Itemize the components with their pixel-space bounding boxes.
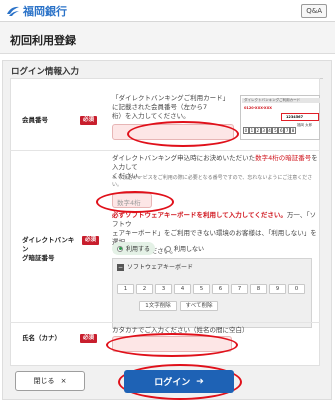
radio-unselected-icon [165, 245, 171, 252]
close-button[interactable]: 閉じる × [15, 371, 85, 391]
card-digit: 8 [290, 127, 297, 134]
keyboard-key[interactable]: 7 [231, 284, 248, 294]
pin-note-line1: ※ 今後各サービスをご利用の際に必要となる番号ですので、忘れないようにご注意くだ… [112, 175, 313, 181]
card-member-no: 1234567 [286, 115, 304, 119]
direct-banking-card-image: ダイレクトバンキングご利用カード 0120-XXX-XXX 1234567 福岡… [240, 95, 320, 140]
member-required-badge: 必須 [80, 116, 97, 125]
member-number-input[interactable] [112, 124, 234, 140]
keyboard-key[interactable]: 9 [269, 284, 286, 294]
radio-not-use-label: 利用しない [174, 246, 205, 253]
bank-logo-icon [7, 6, 19, 16]
member-description: 「ダイレクトバンキングご利用カード」 に記載された会員番号（左から7 桁）を入力… [112, 94, 237, 121]
name-description: カタカナでご入力ください（姓名の間に空白） [112, 326, 249, 334]
login-label: ログイン [154, 378, 191, 388]
close-label: 閉じる [33, 377, 55, 385]
keyboard-key[interactable]: 8 [250, 284, 267, 294]
qa-button[interactable]: Q&A [301, 4, 327, 18]
arrow-right-icon: ➔ [196, 376, 204, 387]
bank-logo[interactable]: 福岡銀行 [6, 3, 67, 19]
name-kana-label: 氏名（カナ） [22, 334, 61, 342]
card-header-text: ダイレクトバンキングご利用カード [244, 98, 301, 102]
software-keyboard: − ソフトウェアキーボード 1 2 3 4 5 6 7 8 9 0 1文字削除 す… [112, 258, 312, 328]
name-required-badge: 必須 [80, 334, 97, 343]
section-title: ログイン情報入力 [11, 67, 80, 77]
card-number-boxes: 0 1 2 3 4 5 6 7 8 [243, 127, 297, 134]
pin-warning-strong: 必ずソフトウェアキーボードを利用して入力してください。 [112, 211, 287, 219]
pin-required-badge: 必須 [82, 236, 99, 245]
member-desc-line2: に記載された会員番号（左から7 [112, 103, 208, 111]
keyboard-key[interactable]: 4 [174, 284, 191, 294]
pin-label-line1: ダイレクトバンキン [22, 236, 75, 253]
card-phone: 0120-XXX-XXX [244, 106, 272, 110]
row-divider [10, 322, 320, 323]
member-desc-line1: 「ダイレクトバンキングご利用カード」 [112, 94, 230, 102]
bank-name: 福岡銀行 [23, 5, 67, 18]
member-number-label: 会員番号 [22, 116, 48, 124]
keyboard-minus-icon[interactable]: − [117, 264, 124, 271]
card-holder-name: 福岡 太郎 [297, 123, 313, 127]
name-kana-input[interactable] [112, 336, 232, 352]
keyboard-key[interactable]: 3 [155, 284, 172, 294]
pin-desc-highlight: 数字4桁の暗証番号 [255, 154, 312, 162]
keyboard-key[interactable]: 0 [288, 284, 305, 294]
radio-use-keyboard[interactable]: 利用する [112, 242, 156, 255]
pin-desc-line1: ダイレクトバンキング申込時にお決めいただいた [112, 154, 256, 162]
pin-note-line2: い。 [112, 182, 123, 188]
radio-not-use-keyboard[interactable]: 利用しない [160, 242, 209, 255]
login-button[interactable]: ログイン ➔ [124, 370, 234, 393]
pin-note: ※ 今後各サービスをご利用の際に必要となる番号ですので、忘れないようにご注意くだ… [112, 175, 322, 189]
top-bar: 福岡銀行 Q&A [0, 0, 335, 22]
page-title: 初回利用登録 [0, 22, 335, 54]
pin-label-line2: グ暗証番号 [22, 254, 55, 262]
delete-one-button[interactable]: 1文字削除 [139, 301, 177, 311]
keyboard-key[interactable]: 1 [117, 284, 134, 294]
radio-use-label: 利用する [126, 246, 151, 253]
pin-input[interactable]: 数字4桁 [112, 193, 152, 208]
close-icon: × [60, 377, 67, 385]
pin-label: ダイレクトバンキン グ暗証番号 [22, 236, 80, 263]
row-divider [10, 150, 320, 151]
keyboard-key[interactable]: 2 [136, 284, 153, 294]
keyboard-title-text: ソフトウェアキーボード [127, 264, 194, 271]
member-desc-line3: 桁）を入力してください。 [112, 112, 190, 120]
keyboard-key[interactable]: 6 [212, 284, 229, 294]
radio-selected-icon [117, 245, 123, 252]
delete-all-button[interactable]: すべて削除 [180, 301, 218, 311]
keyboard-title: − ソフトウェアキーボード [117, 262, 193, 271]
keyboard-key[interactable]: 5 [193, 284, 210, 294]
